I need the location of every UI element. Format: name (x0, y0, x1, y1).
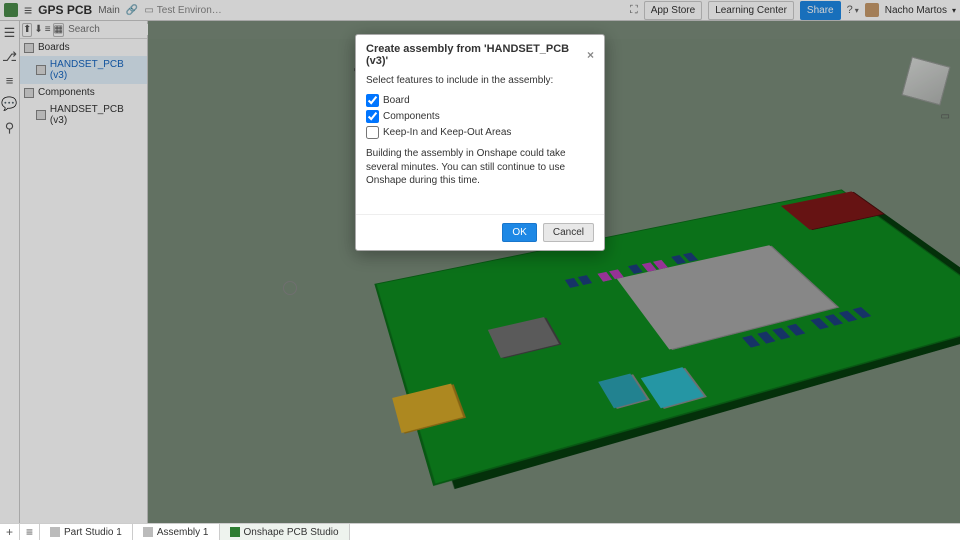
checkbox-keep-input[interactable] (366, 126, 379, 139)
tab-label: Assembly 1 (157, 527, 209, 538)
checkbox-board-label: Board (383, 95, 410, 106)
tab-icon (230, 527, 240, 537)
dialog-note: Building the assembly in Onshape could t… (366, 147, 594, 188)
checkbox-board[interactable]: Board (366, 94, 594, 107)
checkbox-board-input[interactable] (366, 94, 379, 107)
checkbox-components-label: Components (383, 111, 440, 122)
dialog-subtitle: Select features to include in the assemb… (366, 75, 594, 86)
tab-assembly[interactable]: Assembly 1 (133, 524, 220, 540)
tab-bar: + ≡ Part Studio 1 Assembly 1 Onshape PCB… (0, 523, 960, 540)
tabs-list-button[interactable]: ≡ (20, 524, 40, 540)
add-tab-button[interactable]: + (0, 524, 20, 540)
checkbox-keep-label: Keep-In and Keep-Out Areas (383, 127, 511, 138)
tab-part-studio[interactable]: Part Studio 1 (40, 524, 133, 540)
tab-pcb-studio[interactable]: Onshape PCB Studio (220, 524, 350, 540)
ok-button[interactable]: OK (502, 223, 536, 242)
checkbox-keep-areas[interactable]: Keep-In and Keep-Out Areas (366, 126, 594, 139)
close-icon[interactable]: × (587, 48, 594, 62)
tab-label: Onshape PCB Studio (244, 527, 339, 538)
create-assembly-dialog: Create assembly from 'HANDSET_PCB (v3)' … (355, 34, 605, 251)
dialog-overlay: Create assembly from 'HANDSET_PCB (v3)' … (0, 0, 960, 540)
dialog-title: Create assembly from 'HANDSET_PCB (v3)' (366, 43, 587, 67)
checkbox-components-input[interactable] (366, 110, 379, 123)
cancel-button[interactable]: Cancel (543, 223, 594, 242)
tab-icon (50, 527, 60, 537)
tab-label: Part Studio 1 (64, 527, 122, 538)
checkbox-components[interactable]: Components (366, 110, 594, 123)
tab-icon (143, 527, 153, 537)
